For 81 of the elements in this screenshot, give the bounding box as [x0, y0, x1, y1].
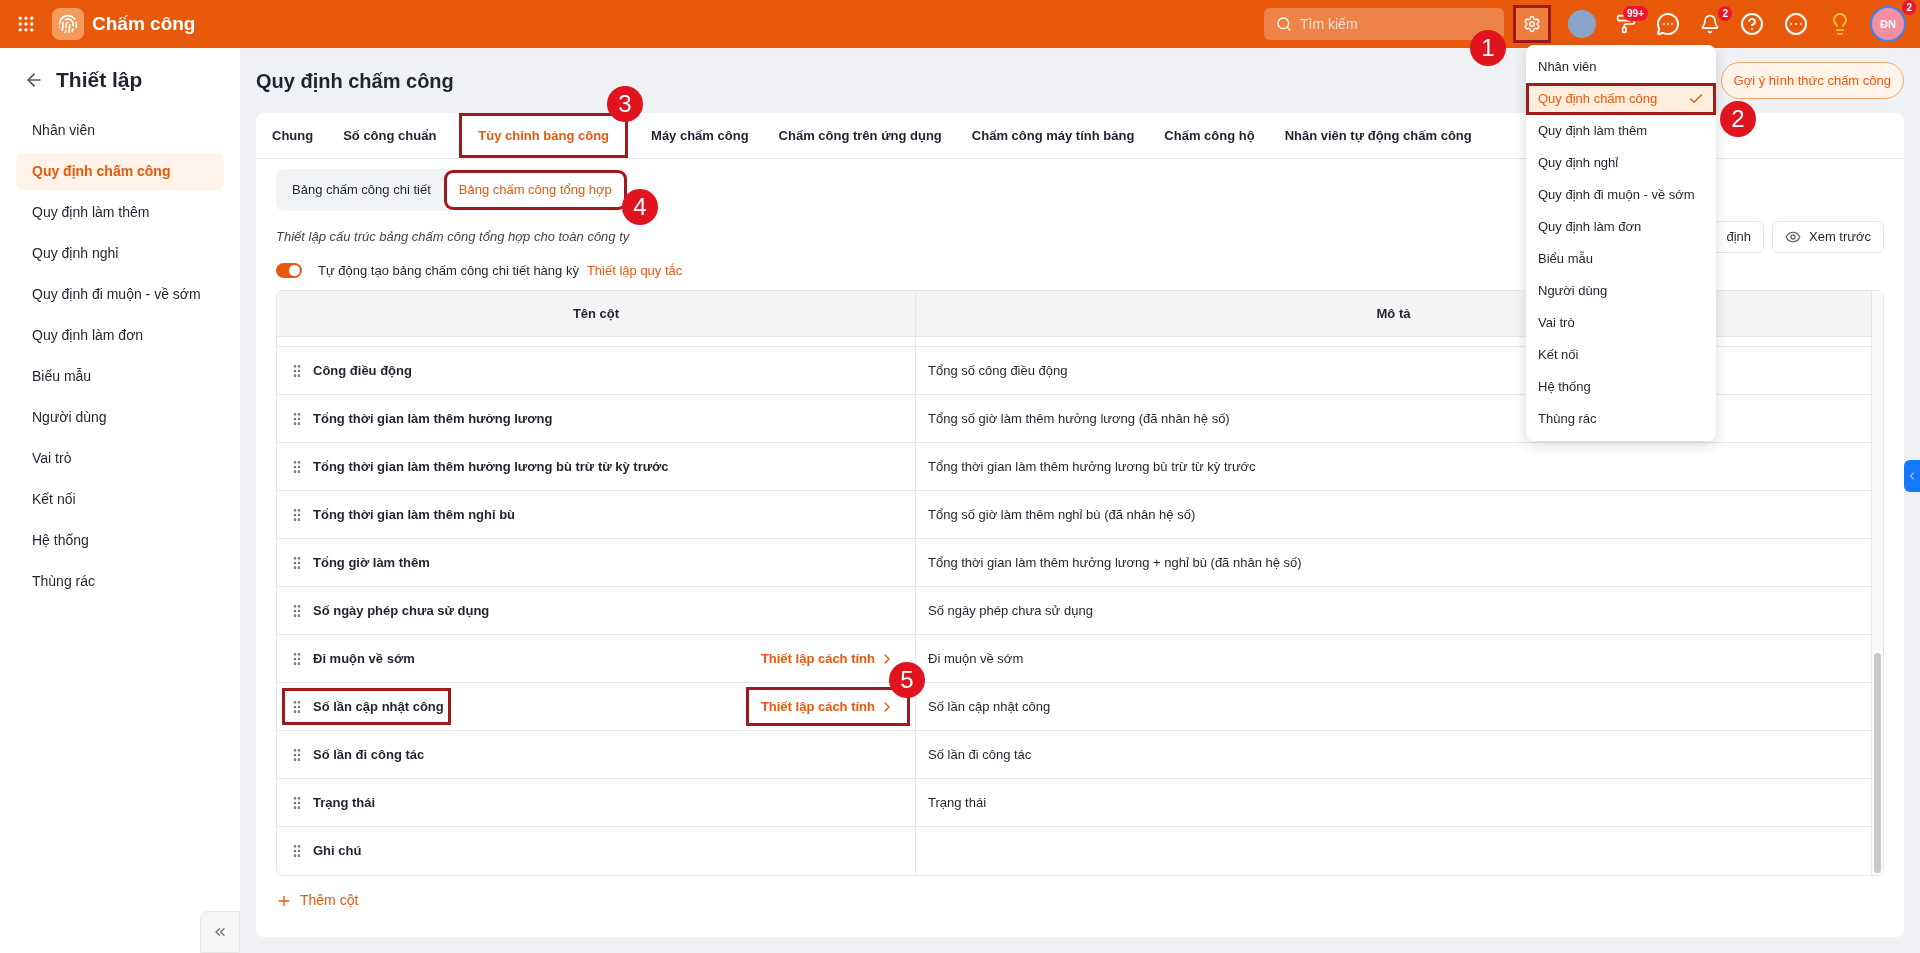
column-name: Tổng thời gian làm thêm hưởng lương bù trừ từ kỳ trước [313, 457, 669, 476]
menu-item[interactable]: Thùng rác [1526, 403, 1716, 435]
scrollbar-thumb[interactable] [1874, 653, 1881, 873]
tab[interactable]: Máy chấm công [647, 115, 753, 156]
sidebar-item[interactable]: Thùng rác [16, 562, 224, 600]
menu-item[interactable]: Quy định nghỉ [1526, 147, 1716, 179]
description-cell-text: Số ngày phép chưa sử dụng [928, 601, 1093, 620]
tab[interactable]: Chung [268, 115, 318, 156]
subtab[interactable]: Bảng chấm công chi tiết [280, 173, 443, 207]
menu-item[interactable]: Quy định làm thêm [1526, 115, 1716, 147]
sidebar-item[interactable]: Quy định làm thêm [16, 193, 224, 231]
menu-item[interactable]: Hệ thống [1526, 371, 1716, 403]
tab[interactable]: Chấm công máy tính bảng [967, 115, 1139, 156]
callout-number: 2 [1720, 101, 1756, 137]
search-field[interactable]: Tìm kiếm [1264, 8, 1504, 40]
sidebar-item[interactable]: Kết nối [16, 480, 224, 518]
sidebar-title: Thiết lập [56, 67, 143, 93]
callout-number: 4 [621, 189, 658, 225]
app-title: Chấm công [92, 11, 196, 36]
tab[interactable]: Chấm công trên ứng dụng [774, 115, 946, 156]
add-column-button[interactable]: Thêm cột [300, 890, 359, 911]
sidebar-item[interactable]: Hệ thống [16, 521, 224, 559]
menu-item[interactable]: Quy định đi muộn - về sớm [1526, 179, 1716, 211]
menu-item[interactable]: Người dùng [1526, 275, 1716, 307]
description-cell-text: Đi muộn về sớm [928, 649, 1024, 668]
sidebar-item[interactable]: Người dùng [16, 398, 224, 436]
more-icon[interactable] [1784, 12, 1808, 36]
column-name: Công điều động [313, 361, 412, 380]
tab[interactable]: Số công chuẩn [339, 115, 441, 156]
page-title: Quy định chấm công [256, 68, 454, 94]
callout-number: 1 [1470, 30, 1506, 66]
description-text: Thiết lập cấu trúc bảng chấm công tổng hợp cho toàn công ty [276, 227, 630, 246]
column-header: Mô tả [1376, 304, 1411, 323]
description-cell-text: Số lần cập nhật công [928, 697, 1051, 716]
count-badge: 2 [1902, 0, 1916, 15]
sidebar-item[interactable]: Biểu mẫu [16, 357, 224, 395]
menu-item[interactable]: Nhân viên [1526, 51, 1716, 83]
sidebar-item[interactable]: Quy định làm đơn [16, 316, 224, 354]
count-badge: 2 [1718, 6, 1732, 21]
column-name: Tổng thời gian làm thêm nghỉ bù [313, 505, 516, 524]
tab[interactable]: Chấm công hộ [1160, 115, 1259, 156]
sidebar-item[interactable]: Quy định nghỉ [16, 234, 224, 272]
column-name: Ghi chú [313, 842, 362, 861]
settings-button[interactable] [1516, 8, 1548, 40]
bell-icon[interactable] [1700, 14, 1720, 34]
column-name: Đi muộn về sớm [313, 649, 415, 668]
toggle-label: Tự động tạo bảng chấm công chi tiết hàng kỳ [318, 261, 579, 280]
rules-link[interactable]: Thiết lập quy tắc [586, 260, 683, 280]
description-cell-text: Tổng thời gian làm thêm hưởng lương + nghỉ bù (đã nhân hệ số) [928, 553, 1302, 572]
tab[interactable]: Nhân viên tự động chấm công [1280, 115, 1476, 156]
apps-grid-icon[interactable] [16, 14, 36, 34]
fingerprint-icon [58, 14, 78, 34]
callout-number: 5 [889, 661, 925, 698]
preview-button[interactable]: Xem trước [1772, 220, 1884, 253]
toggle-switch[interactable] [276, 262, 302, 278]
chat-icon[interactable] [1656, 12, 1680, 36]
gear-icon [1523, 15, 1541, 33]
description-cell-text: Tổng số giờ làm thêm hưởng lương (đã nhân hệ số) [928, 409, 1230, 428]
description-cell-text: Số lần đi công tác [928, 745, 1032, 764]
sidebar-item[interactable]: Quy định đi muộn - về sớm [16, 275, 224, 313]
description-cell-text: Tổng số công điều động [928, 361, 1068, 380]
column-name: Tổng giờ làm thêm [313, 553, 430, 572]
column-name: Số lần cập nhật công [313, 697, 444, 716]
column-header: Tên cột [572, 304, 620, 323]
column-name: Số lần đi công tác [313, 745, 425, 764]
description-cell-text: Trạng thái [928, 793, 987, 812]
description-cell-text: Tổng thời gian làm thêm hưởng lương bù trừ từ kỳ trước [928, 457, 1256, 476]
column-name: Tổng thời gian làm thêm hưởng lương [313, 409, 553, 428]
column-name: Số ngày phép chưa sử dụng [313, 601, 490, 620]
menu-item[interactable]: Vai trò [1526, 307, 1716, 339]
menu-item[interactable]: Kết nối [1526, 339, 1716, 371]
subtab[interactable]: Bảng chấm công tổng hợp [446, 173, 624, 207]
search-icon [1276, 16, 1292, 32]
column-name: Trạng thái [313, 793, 376, 812]
count-badge: 99+ [1623, 6, 1648, 21]
sidebar-item[interactable]: Nhân viên [16, 111, 224, 149]
description-cell-text: Tổng số giờ làm thêm nghỉ bù (đã nhân hệ số) [928, 505, 1196, 524]
help-icon[interactable] [1740, 12, 1764, 36]
callout-number: 3 [607, 85, 644, 122]
side-panel-tab[interactable] [1904, 460, 1920, 492]
sidebar-item[interactable]: Vai trò [16, 439, 224, 477]
